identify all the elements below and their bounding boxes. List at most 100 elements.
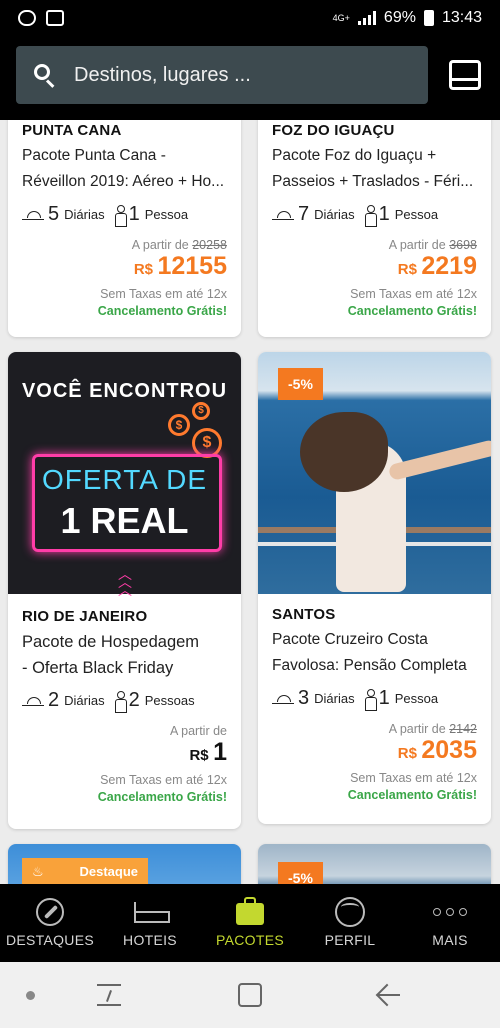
package-card-rio-de-janeiro[interactable]: VOCÊ ENCONTROU $ $ $ OFERTA DE 1 REAL ︿ ︿… (8, 352, 241, 829)
compass-icon (36, 898, 64, 926)
card-title-line2: Réveillon 2019: Aéreo + Ho... (22, 173, 225, 190)
card-title-line1: Pacote de Hospedagem (22, 633, 200, 651)
person-icon (114, 690, 127, 713)
promo-image: VOCÊ ENCONTROU $ $ $ OFERTA DE 1 REAL ︿ ︿… (8, 352, 241, 598)
nav-destaques[interactable]: DESTAQUES (0, 884, 100, 962)
nights-icon (272, 692, 294, 706)
price-currency: R$ (397, 745, 417, 762)
people-count: 1 (378, 203, 390, 225)
status-bar: 4G+ 69% 13:43 (0, 0, 500, 36)
card-destination: FOZ DO IGUAÇU (272, 122, 395, 139)
card-title-line2: Favolosa: Pensão Completa (272, 657, 467, 674)
from-label: A partir de (170, 724, 227, 738)
person-icon (364, 204, 377, 227)
free-cancellation: Cancelamento Grátis! (347, 788, 477, 802)
nav-label: PACOTES (216, 932, 284, 948)
price-value: 12155 (157, 252, 227, 280)
package-card-partial[interactable]: -5% (258, 844, 491, 884)
old-price: 2142 (449, 722, 477, 736)
card-destination: SANTOS (272, 606, 336, 623)
taxes-info: Sem Taxas em até 12x (350, 287, 477, 301)
card-title-line1: Pacote Cruzeiro Costa (272, 631, 428, 648)
card-destination: RIO DE JANEIRO (22, 608, 148, 625)
battery-icon (423, 10, 434, 26)
price-value: 1 (213, 738, 227, 766)
price-currency: R$ (397, 261, 417, 278)
nav-label: MAIS (432, 932, 468, 948)
nav-perfil[interactable]: PERFIL (300, 884, 400, 962)
from-label: A partir de (388, 238, 446, 252)
view-toggle-button[interactable] (449, 60, 481, 90)
free-cancellation: Cancelamento Grátis! (97, 304, 227, 318)
price-from: A partir de 20258 (22, 238, 227, 252)
package-card-punta-cana[interactable]: PUNTA CANA Pacote Punta Cana - Réveillon… (8, 120, 241, 337)
battery-percent: 69% (383, 9, 416, 26)
package-list[interactable]: PUNTA CANA Pacote Punta Cana - Réveillon… (0, 120, 500, 884)
card-meta: 2 Diárias 2 Pessoas (22, 689, 227, 713)
discount-badge: -5% (278, 862, 323, 884)
promo-line1: OFERTA DE (41, 464, 208, 495)
card-title: Pacote Cruzeiro Costa Favolosa: Pensão C… (272, 627, 477, 679)
free-cancellation: Cancelamento Grátis! (97, 790, 227, 804)
person-icon (364, 688, 377, 711)
price-value: 2219 (421, 252, 477, 280)
network-type: 4G+ (332, 12, 350, 23)
recent-apps-icon[interactable] (97, 984, 121, 1006)
taxes-info: Sem Taxas em até 12x (100, 287, 227, 301)
price-currency: R$ (133, 261, 154, 278)
people-label: Pessoa (144, 207, 189, 222)
nav-pacotes[interactable]: PACOTES (200, 884, 300, 962)
nav-label: DESTAQUES (5, 932, 94, 948)
search-placeholder: Destinos, lugares ... (74, 63, 251, 86)
taxes-info: Sem Taxas em até 12x (100, 773, 227, 787)
featured-label: Destaque (79, 864, 138, 879)
package-card-foz-do-iguacu[interactable]: FOZ DO IGUAÇU Pacote Foz do Iguaçu + Pas… (258, 120, 491, 337)
discount-badge: -5% (278, 368, 323, 400)
people-label: Pessoa (394, 207, 439, 222)
messenger-icon (18, 10, 36, 26)
card-meta: 5 Diárias 1 Pessoa (22, 203, 227, 227)
coin-icon: $ (168, 414, 190, 436)
nav-mais[interactable]: MAIS (400, 884, 500, 962)
from-label: A partir de (388, 722, 446, 736)
promo-headline: VOCÊ ENCONTROU (21, 380, 228, 402)
card-title: Pacote Foz do Iguaçu + Passeios + Trasla… (272, 143, 477, 195)
woman-arm (387, 438, 491, 482)
card-title: Pacote Punta Cana - Réveillon 2019: Aére… (22, 143, 227, 195)
back-icon[interactable] (376, 984, 400, 1006)
search-input[interactable]: Destinos, lugares ... (16, 46, 428, 104)
profile-icon (335, 897, 365, 927)
price-from: A partir de 2142 (272, 722, 477, 736)
nights-label: Diárias (64, 207, 105, 222)
card-title-line2: Passeios + Traslados - Féri... (272, 173, 474, 190)
nights-label: Diárias (314, 691, 355, 706)
nights-count: 2 (48, 689, 60, 711)
nav-hoteis[interactable]: HOTEIS (100, 884, 200, 962)
card-title-line1: Pacote Punta Cana - (22, 147, 166, 164)
card-title-line2: - Oferta Black Friday (22, 659, 174, 677)
price-currency: R$ (189, 747, 209, 764)
promo-line2: 1 REAL (60, 500, 189, 541)
package-card-destaque[interactable]: ♨ Destaque (8, 844, 241, 884)
nights-icon (272, 208, 294, 222)
chevron-up-icon: ︿ ︿ ︿ (118, 566, 132, 598)
system-navigation-bar (0, 962, 500, 1028)
nav-label: PERFIL (324, 932, 376, 948)
assistant-dot-icon[interactable] (26, 991, 35, 1000)
old-price: 20258 (192, 238, 227, 252)
home-icon[interactable] (238, 983, 262, 1007)
clock: 13:43 (441, 9, 482, 26)
card-meta: 7 Diárias 1 Pessoa (272, 203, 477, 227)
suitcase-icon (236, 897, 264, 925)
people-label: Pessoa (394, 691, 439, 706)
people-count: 1 (128, 203, 140, 225)
package-card-santos[interactable]: -5% SANTOS Pacote Cruzeiro Costa Favolos… (258, 352, 491, 824)
nights-label: Diárias (64, 693, 105, 708)
free-cancellation: Cancelamento Grátis! (347, 304, 477, 318)
card-destination: PUNTA CANA (22, 122, 122, 139)
card-price: R$ 12155 (22, 252, 227, 281)
bed-icon (134, 902, 170, 923)
price-from: A partir de (22, 724, 227, 738)
nights-count: 7 (298, 203, 310, 225)
cruise-image: -5% (258, 352, 491, 594)
